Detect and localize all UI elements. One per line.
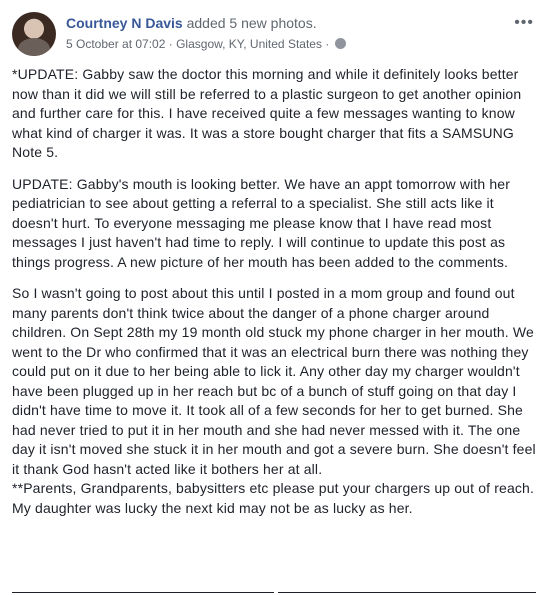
post-paragraph: **Parents, Grandparents, babysitters etc… (12, 480, 535, 516)
post-timestamp-link[interactable]: 5 October at 07:02 (66, 37, 165, 51)
post-subtitle-line: 5 October at 07:02 · Glasgow, KY, United… (66, 36, 506, 52)
facebook-post: Courtney N Davis added 5 new photos. 5 O… (0, 0, 548, 595)
post-body: *UPDATE: Gabby saw the doctor this morni… (12, 65, 536, 530)
post-action-text: added 5 new photos. (186, 15, 317, 31)
globe-icon (334, 38, 346, 49)
post-paragraph: UPDATE: Gabby's mouth is looking better.… (12, 175, 511, 270)
post-paragraph: *UPDATE: Gabby saw the doctor this morni… (12, 66, 522, 160)
meta-separator: · (168, 37, 173, 51)
location-link[interactable]: Glasgow, KY, United States (176, 37, 322, 51)
photo-strip-top-border (12, 592, 274, 593)
post-paragraph: So I wasn't going to post about this unt… (12, 285, 536, 477)
post-meta: Courtney N Davis added 5 new photos. 5 O… (66, 14, 506, 52)
photo-strip-top-border (278, 592, 536, 593)
author-name-link[interactable]: Courtney N Davis (66, 15, 183, 31)
post-header: Courtney N Davis added 5 new photos. 5 O… (12, 12, 536, 56)
author-avatar[interactable] (12, 12, 56, 56)
meta-separator: · (325, 37, 330, 51)
more-horizontal-icon[interactable]: ••• (514, 14, 534, 32)
post-title-line: Courtney N Davis added 5 new photos. (66, 14, 506, 32)
